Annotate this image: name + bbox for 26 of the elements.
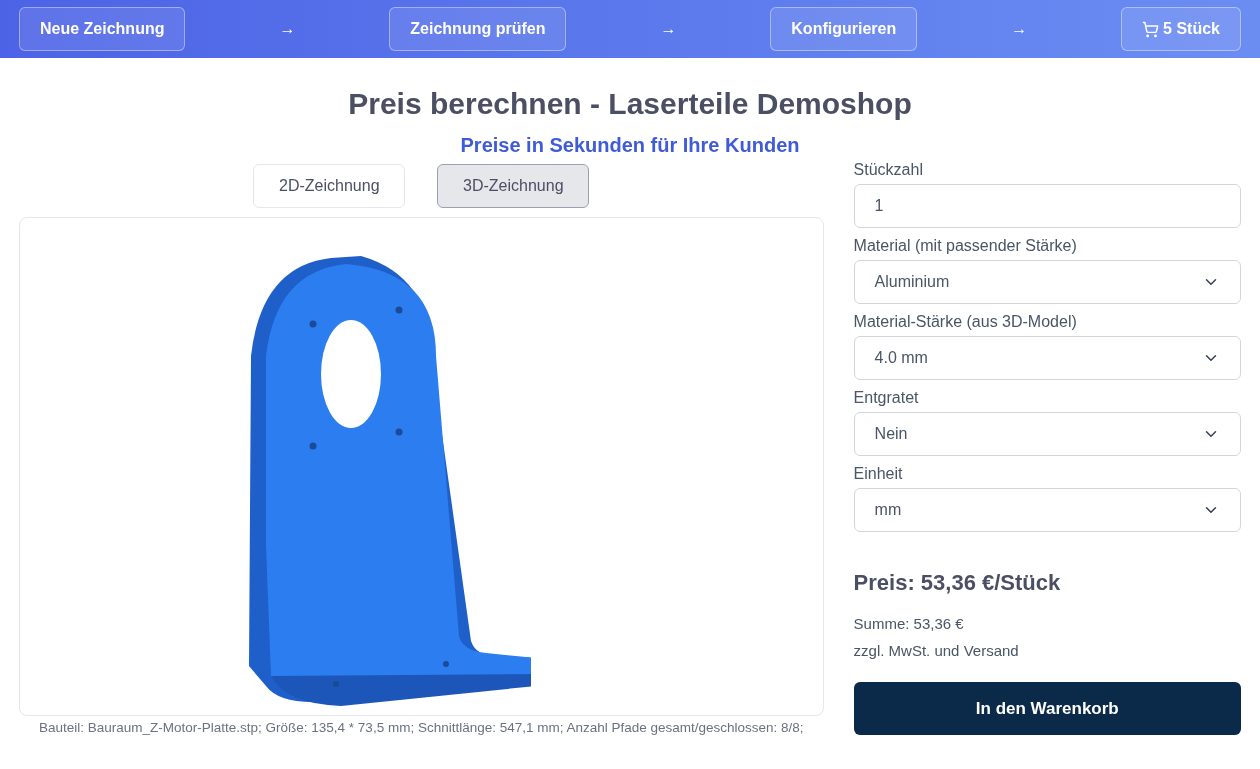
add-to-cart-button[interactable]: In den Warenkorb [853,682,1241,735]
view-tab[interactable]: 3D-Zeichnung [437,164,590,208]
field-label: Einheit [853,464,904,484]
select-field[interactable]: 4.0 mm [853,336,1241,380]
model-viewer[interactable] [19,217,824,716]
field-label: Material (mit passender Stärke) [853,236,1078,256]
part-info: Bauteil: Bauraum_Z-Motor-Platte.stp; Größe: 135,4 * 73,5 mm; Schnittlänge: 547,1 mm; Anzahl Pfade gesamt/geschlossen: 8/8; [37,719,805,737]
select-field[interactable]: Nein [853,412,1241,456]
page-title: Preis berechnen - Laserteile Demoshop [347,86,913,122]
select-field[interactable]: mm [853,488,1241,532]
arrow-icon: → [660,17,677,41]
view-tab[interactable]: 2D-Zeichnung [253,164,406,208]
tax-note: zzgl. MwSt. und Versand [853,640,1020,661]
field-label: Material-Stärke (aus 3D-Model) [853,312,1078,332]
field-label: Stückzahl [853,160,924,180]
select-field[interactable]: Aluminium [853,260,1241,304]
unit-price: Preis: 53,36 €/Stück [853,569,1062,597]
step-button[interactable]: Zeichnung prüfen [389,7,567,51]
arrow-icon: → [1011,17,1028,41]
quantity-field[interactable]: 1 [853,184,1241,228]
field-label: Entgratet [853,388,920,408]
cart-icon [1142,20,1160,38]
sum-text: Summe: 53,36 € [853,614,965,634]
page-subtitle: Preise in Sekunden für Ihre Kunden [459,133,801,158]
arrow-icon: → [279,17,296,41]
step-button[interactable]: Neue Zeichnung [19,7,186,51]
